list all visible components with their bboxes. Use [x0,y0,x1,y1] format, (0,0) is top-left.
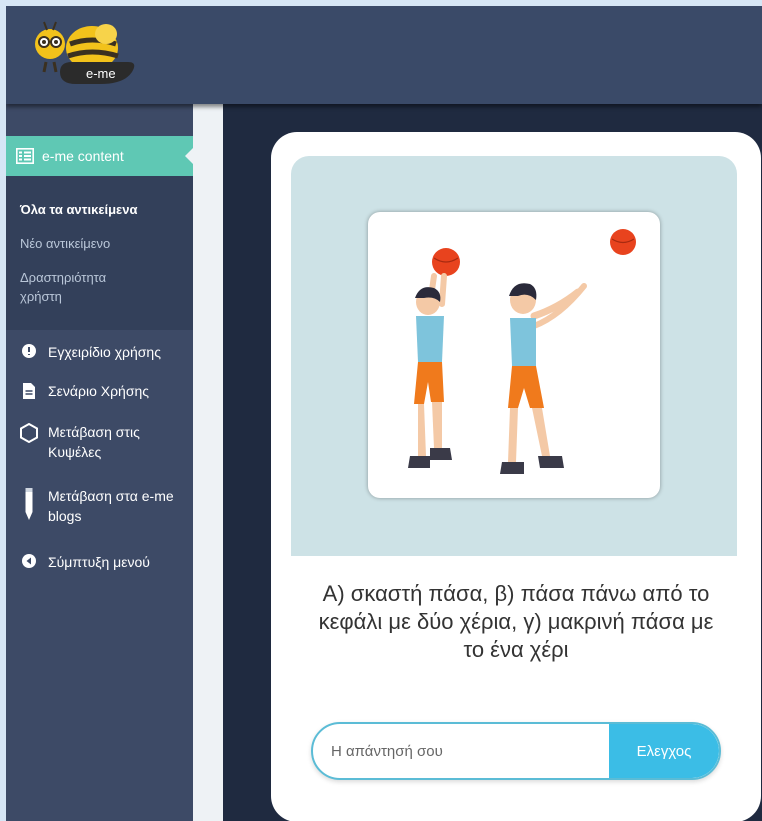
sidebar-item-hives[interactable]: Μετάβαση στις Κυψέλες [18,422,183,462]
hexagon-icon [18,422,40,443]
answer-form: Ελεγχος [311,722,721,780]
sidebar-item-label: e-me content [42,148,124,164]
collapse-icon [18,552,40,569]
document-icon [18,381,40,400]
sidebar-item-manual[interactable]: Εγχειρίδιο χρήσης [18,342,161,362]
submenu-user-activity[interactable]: Δραστηριότητα χρήστη [20,268,140,306]
answer-input[interactable] [331,724,601,778]
pencil-icon [18,486,40,521]
top-header: e-me [6,6,762,104]
menu-label: Σύμπτυξη μενού [48,554,150,570]
app-frame: e-me e-me content Όλα τα αντικείμενα Νέο… [6,6,762,821]
logo-text: e-me [86,66,116,81]
sidebar-item-blogs[interactable]: Μετάβαση στα e-me blogs [18,486,183,526]
question-text: Α) σκαστή πάσα, β) πάσα πάνω από το κεφά… [318,581,714,662]
menu-label: Σενάριο Χρήσης [48,383,150,399]
submenu-all-objects[interactable]: Όλα τα αντικείμενα [20,200,137,219]
quiz-card: Α) σκαστή πάσα, β) πάσα πάνω από το κεφά… [271,132,761,821]
menu-label: Μετάβαση στα e-me blogs [48,488,174,524]
menu-label: Εγχειρίδιο χρήσης [48,344,161,360]
check-button[interactable]: Ελεγχος [609,724,719,778]
sidebar-divider [193,104,223,821]
menu-label: Μετάβαση στις Κυψέλες [48,424,140,460]
info-icon [18,342,40,359]
list-icon [16,148,34,164]
sidebar: e-me content Όλα τα αντικείμενα Νέο αντι… [6,104,194,821]
sidebar-submenu: Όλα τα αντικείμενα Νέο αντικείμενο Δραστ… [6,176,193,330]
sidebar-item-e-me-content[interactable]: e-me content [6,136,194,176]
image-panel [291,156,737,556]
sidebar-item-scenario[interactable]: Σενάριο Χρήσης [18,381,149,401]
exercise-illustration [368,212,660,498]
basketball-pass-illustration [408,229,636,474]
sidebar-item-collapse[interactable]: Σύμπτυξη μενού [18,552,150,572]
submenu-new-object[interactable]: Νέο αντικείμενο [20,234,110,253]
e-me-logo[interactable]: e-me [20,14,140,104]
